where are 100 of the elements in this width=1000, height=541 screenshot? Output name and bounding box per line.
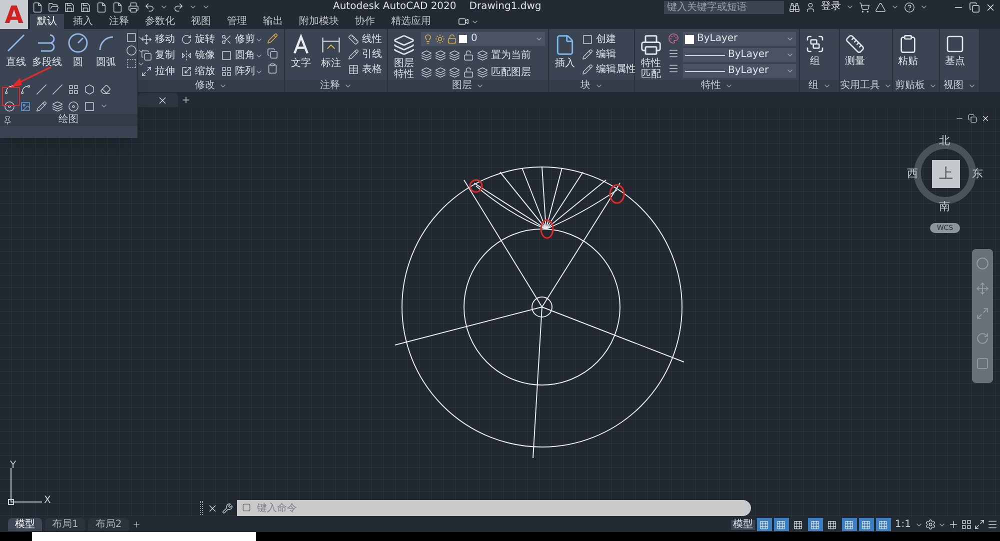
print-icon[interactable] [128, 2, 139, 12]
annotation-scale-button[interactable]: 1:1 [892, 520, 913, 530]
large-tool-button[interactable]: 圆弧 [92, 29, 120, 68]
panel-title[interactable]: 特性 [701, 81, 721, 91]
panel-title[interactable]: 修改 [195, 81, 215, 91]
command-input[interactable]: 键入命令 [237, 500, 751, 516]
color-wheel-icon[interactable] [668, 33, 679, 44]
donut-icon[interactable] [68, 100, 79, 112]
panel-title[interactable]: 注释 [320, 81, 340, 91]
triangle-icon[interactable] [875, 2, 886, 12]
large-tool-button[interactable]: 文字 [288, 32, 314, 69]
small-tool-button[interactable]: 表格 [348, 62, 382, 77]
small-tool-button[interactable]: 编辑 [582, 47, 636, 62]
small-tool-button[interactable]: 匹配图层 [477, 65, 531, 80]
save-as-icon[interactable] [80, 2, 91, 12]
large-tool-button[interactable]: 插入 [552, 32, 578, 69]
layout-tab[interactable]: 布局1 [45, 518, 86, 531]
layer-tool-icon[interactable] [435, 50, 446, 61]
large-tool-button[interactable]: 圆 [64, 29, 92, 68]
ribbon-tab[interactable]: 插入 [66, 14, 100, 29]
large-tool-button[interactable]: 粘贴 [896, 32, 920, 67]
layer-tool-icon[interactable] [421, 50, 432, 61]
compass-east[interactable]: 东 [972, 168, 983, 179]
small-tool-button[interactable]: 复制 [141, 48, 175, 63]
lock-icon[interactable] [463, 67, 474, 78]
restore-icon[interactable] [968, 114, 977, 123]
ribbon-tab[interactable]: 协作 [348, 14, 382, 29]
ellipse-icon[interactable] [126, 45, 137, 56]
ribbon-tab[interactable]: 附加模块 [292, 14, 346, 29]
small-tool-button[interactable]: 编辑属性 [582, 62, 636, 77]
viewcube-face[interactable]: 上 [932, 160, 960, 188]
layer-tool-icon[interactable] [421, 67, 432, 78]
add-tab-icon[interactable] [181, 95, 191, 105]
lineweight-icon[interactable] [668, 48, 679, 59]
ribbon-tab[interactable]: 输出 [256, 14, 290, 29]
wrench-icon[interactable] [222, 502, 233, 514]
pin-icon[interactable] [3, 116, 12, 124]
folder-icon[interactable] [48, 2, 59, 12]
ribbon-tab[interactable]: 参数化 [138, 14, 182, 29]
fullscreen-icon[interactable] [974, 519, 985, 530]
small-tool-button[interactable]: 拉伸 [141, 64, 175, 79]
wipeout-icon[interactable] [20, 100, 31, 112]
new-file-icon[interactable] [32, 2, 43, 12]
restore-icon[interactable] [969, 2, 980, 12]
sign-in-link[interactable]: 登录 [821, 2, 841, 12]
property-dropdown[interactable]: ByLayer [683, 32, 796, 46]
lock-icon[interactable] [463, 50, 474, 61]
save-icon[interactable] [64, 2, 75, 12]
binoculars-icon[interactable] [789, 2, 800, 12]
status-toggle[interactable] [774, 518, 789, 531]
small-tool-button[interactable]: 引线 [348, 47, 382, 62]
video-icon[interactable] [458, 16, 469, 27]
small-tool-button[interactable]: 缩放 [181, 64, 215, 79]
small-tool-button[interactable]: 阵列 [221, 64, 255, 79]
hatch-icon[interactable] [126, 58, 137, 69]
compass-south[interactable]: 南 [939, 201, 950, 212]
rectangle-icon[interactable] [126, 32, 137, 43]
small-tool-button[interactable]: 移动 [141, 32, 175, 47]
large-tool-button[interactable]: 标注 [318, 32, 344, 69]
close-icon[interactable] [981, 114, 990, 123]
panel-title[interactable]: 绘图 [58, 115, 78, 125]
close-icon[interactable] [985, 2, 996, 12]
settings-icon[interactable] [925, 519, 936, 530]
large-tool-button[interactable]: 基点 [943, 32, 967, 67]
layout-tab[interactable]: 模型 [8, 518, 42, 531]
compass-west[interactable]: 西 [907, 168, 918, 179]
large-tool-button[interactable]: 直线 [2, 29, 30, 68]
layout-tab[interactable]: 布局2 [88, 518, 129, 531]
small-tool-button[interactable]: 线性 [348, 32, 382, 47]
large-tool-button[interactable]: 测量 [843, 32, 867, 67]
linetype-icon[interactable] [668, 63, 679, 74]
large-tool-button[interactable]: 组 [803, 32, 827, 67]
close-icon[interactable] [157, 94, 168, 106]
cart-icon[interactable] [859, 2, 870, 12]
compass-north[interactable]: 北 [939, 135, 950, 146]
layer-dropdown[interactable]: 0 [421, 32, 545, 46]
copy-icon[interactable] [267, 48, 278, 59]
small-tool-button[interactable]: 镜像 [181, 48, 215, 63]
ribbon-tab[interactable]: 默认 [30, 14, 64, 29]
large-tool-button[interactable]: 图层特性 [391, 32, 417, 80]
ribbon-tab[interactable]: 注释 [102, 14, 136, 29]
status-toggle[interactable] [876, 518, 891, 531]
layer-tool-icon[interactable] [449, 50, 460, 61]
plus-icon[interactable] [948, 519, 959, 530]
document-icon[interactable] [96, 2, 107, 12]
panel-title[interactable]: 图层 [452, 81, 472, 91]
layer-tool-icon[interactable] [435, 67, 446, 78]
panel-title[interactable]: 块 [580, 81, 590, 91]
property-dropdown[interactable]: ByLayer [683, 64, 796, 78]
ribbon-tab[interactable]: 管理 [220, 14, 254, 29]
large-tool-button[interactable]: 多段线 [30, 29, 64, 68]
menu-icon[interactable] [987, 519, 998, 530]
small-tool-button[interactable]: 圆角 [221, 48, 255, 63]
spline-icon[interactable] [20, 84, 31, 94]
search-field[interactable]: 键入关键字或短语 [664, 0, 784, 14]
small-tool-button[interactable]: 置为当前 [477, 48, 531, 63]
status-toggle[interactable] [858, 518, 874, 531]
user-icon[interactable] [805, 2, 816, 12]
close-icon[interactable] [207, 502, 218, 514]
layer-tool-icon[interactable] [449, 67, 460, 78]
